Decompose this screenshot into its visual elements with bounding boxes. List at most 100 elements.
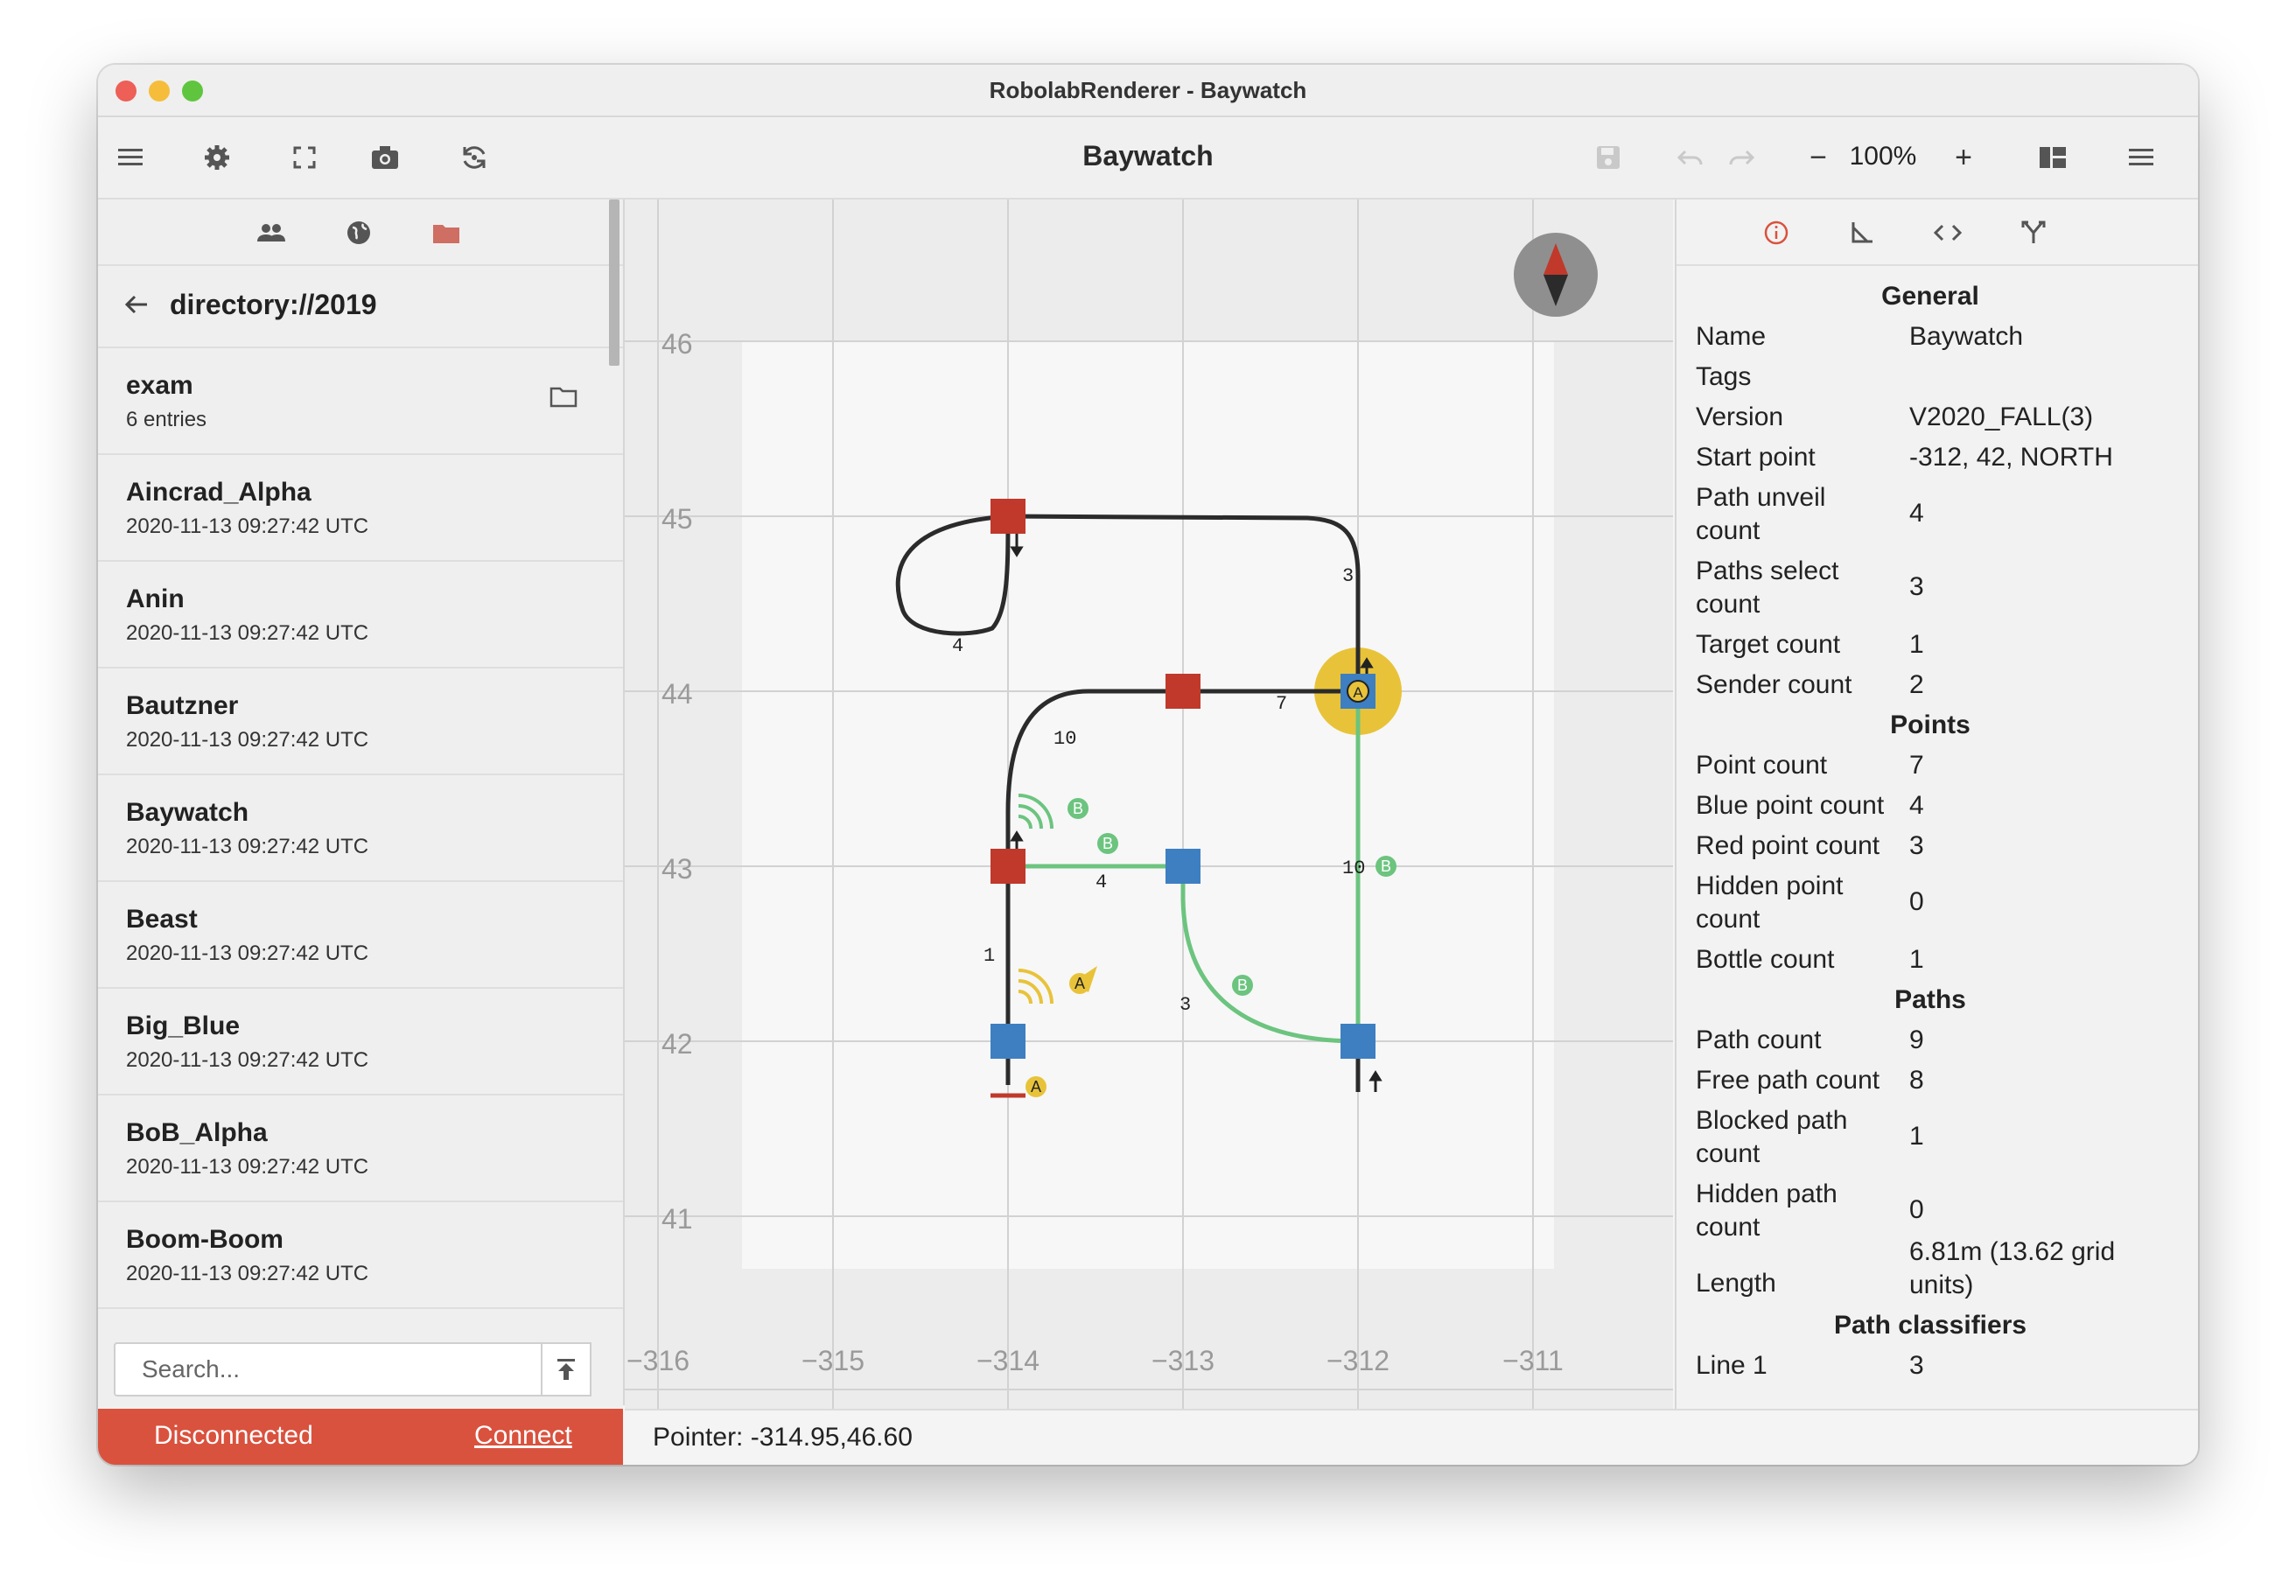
- list-item[interactable]: Beast 2020-11-13 09:27:42 UTC: [98, 882, 623, 989]
- sender-b-label: B: [1073, 800, 1083, 817]
- sender-b-label: B: [1237, 976, 1248, 994]
- path-weight-label: 10: [1054, 728, 1076, 750]
- map-svg[interactable]: 46 45 44 43 42 41 −316 −315 −314 −313 −3…: [625, 200, 1673, 1409]
- list-item-exam[interactable]: exam 6 entries: [98, 348, 623, 455]
- list-item-timestamp: 2020-11-13 09:27:42 UTC: [126, 621, 369, 645]
- y-tick-label: 41: [662, 1203, 693, 1235]
- list-item-name: Baywatch: [126, 798, 249, 827]
- left-sidebar: directory://2019 exam 6 entries Aincrad_…: [98, 200, 625, 1405]
- more-menu-icon[interactable]: [2121, 136, 2163, 178]
- redo-icon[interactable]: [1720, 136, 1762, 178]
- info-key: Blue point count: [1696, 791, 1885, 820]
- info-value: 1: [1909, 945, 1924, 974]
- info-value: 1: [1909, 1122, 1924, 1151]
- path-weight-label: 7: [1276, 693, 1287, 715]
- merge-icon[interactable]: [2012, 212, 2054, 254]
- sender-a-label: A: [1074, 975, 1085, 992]
- save-icon[interactable]: [1587, 136, 1629, 178]
- title-bar: RobolabRenderer - Baywatch: [98, 65, 2198, 117]
- target-label: A: [1353, 684, 1363, 701]
- list-item[interactable]: Big_Blue 2020-11-13 09:27:42 UTC: [98, 989, 623, 1096]
- section-path-classifiers: Path classifiers: [1833, 1311, 2027, 1340]
- red-point[interactable]: [1166, 674, 1200, 709]
- info-key: Free path count: [1696, 1066, 1880, 1095]
- info-key: Path unveil count: [1696, 483, 1826, 545]
- search-input[interactable]: Search...: [114, 1342, 542, 1396]
- path-weight-label: 1: [984, 945, 995, 967]
- zoom-out-button[interactable]: −: [1797, 136, 1839, 178]
- info-key: Paths select count: [1696, 556, 1839, 619]
- list-item-name: BoB_Alpha: [126, 1118, 268, 1147]
- folder-icon[interactable]: [425, 212, 467, 254]
- fullscreen-icon[interactable]: [284, 136, 326, 178]
- document-title: Baywatch: [1082, 140, 1214, 172]
- list-item-name: exam: [126, 371, 193, 400]
- refresh-icon[interactable]: [453, 136, 495, 178]
- blue-point[interactable]: [1166, 849, 1200, 884]
- red-point[interactable]: [990, 849, 1026, 884]
- list-item-timestamp: 2020-11-13 09:27:42 UTC: [126, 1048, 369, 1072]
- list-item[interactable]: Anin 2020-11-13 09:27:42 UTC: [98, 562, 623, 668]
- list-item[interactable]: BoB_Alpha 2020-11-13 09:27:42 UTC: [98, 1096, 623, 1202]
- info-key: Point count: [1696, 751, 1828, 780]
- map-canvas[interactable]: 46 45 44 43 42 41 −316 −315 −314 −313 −3…: [625, 200, 1673, 1409]
- folder-outline-icon[interactable]: [550, 385, 578, 412]
- measure-icon[interactable]: [1841, 212, 1883, 254]
- red-point[interactable]: [990, 499, 1026, 534]
- info-value: 7: [1909, 751, 1924, 780]
- path-weight-label: 4: [952, 635, 963, 657]
- pointer-readout: Pointer: -314.95,46.60: [653, 1423, 913, 1452]
- search-bar: Search...: [98, 1330, 623, 1409]
- info-key: Bottle count: [1696, 945, 1835, 974]
- sender-a-label: A: [1031, 1078, 1041, 1096]
- list-item[interactable]: Baywatch 2020-11-13 09:27:42 UTC: [98, 775, 623, 882]
- y-tick-label: 42: [662, 1028, 693, 1060]
- connection-status-bar: Disconnected Connect: [98, 1409, 623, 1465]
- info-key: Blocked path count: [1696, 1106, 1848, 1168]
- connect-link[interactable]: Connect: [474, 1421, 572, 1451]
- zoom-in-button[interactable]: +: [1942, 136, 1984, 178]
- info-icon[interactable]: [1755, 212, 1797, 254]
- list-item-timestamp: 2020-11-13 09:27:42 UTC: [126, 942, 369, 965]
- left-scrollbar[interactable]: [609, 200, 620, 366]
- list-item-timestamp: 2020-11-13 09:27:42 UTC: [126, 1262, 369, 1285]
- list-item[interactable]: Boom-Boom 2020-11-13 09:27:42 UTC: [98, 1202, 623, 1309]
- list-item[interactable]: Aincrad_Alpha 2020-11-13 09:27:42 UTC: [98, 455, 623, 562]
- connection-status: Disconnected: [154, 1421, 313, 1450]
- info-panel: General Name Baywatch Tags Version V2020…: [1675, 200, 2198, 1409]
- x-tick-label: −312: [1326, 1345, 1390, 1376]
- path-weight-label: 3: [1342, 565, 1354, 587]
- info-value: 3: [1909, 831, 1924, 860]
- camera-icon[interactable]: [364, 136, 406, 178]
- section-points: Points: [1890, 710, 1970, 739]
- blue-point[interactable]: [1340, 1024, 1376, 1059]
- list-item-timestamp: 2020-11-13 09:27:42 UTC: [126, 835, 369, 858]
- info-key: Name: [1696, 322, 1767, 351]
- layout-icon[interactable]: [2032, 136, 2074, 178]
- app-window: RobolabRenderer - Baywatch Baywatch − 10…: [98, 65, 2198, 1465]
- y-tick-label: 45: [662, 503, 693, 535]
- info-value: V2020_FALL(3): [1909, 402, 2094, 431]
- info-value: 3: [1909, 572, 1924, 601]
- info-key: Hidden point count: [1696, 872, 1844, 934]
- sender-b-label: B: [1381, 858, 1391, 875]
- code-icon[interactable]: [1927, 212, 1969, 254]
- globe-icon[interactable]: [338, 212, 380, 254]
- right-tab-bar: [1676, 200, 2198, 266]
- directory-path: directory://2019: [170, 289, 377, 320]
- list-item[interactable]: Bautzner 2020-11-13 09:27:42 UTC: [98, 668, 623, 775]
- undo-icon[interactable]: [1670, 136, 1712, 178]
- scroll-top-button[interactable]: [542, 1342, 592, 1396]
- info-key: Sender count: [1696, 670, 1852, 699]
- blue-point[interactable]: [990, 1024, 1026, 1059]
- info-value: 8: [1909, 1066, 1924, 1095]
- section-general: General: [1881, 282, 1979, 311]
- back-arrow-icon[interactable]: [124, 292, 149, 321]
- compass-icon[interactable]: [1514, 233, 1598, 317]
- info-value: 3: [1909, 1351, 1924, 1380]
- list-item-name: Boom-Boom: [126, 1225, 284, 1254]
- x-tick-label: −311: [1502, 1345, 1564, 1376]
- settings-gear-icon[interactable]: [196, 136, 238, 178]
- menu-icon[interactable]: [110, 136, 152, 178]
- people-icon[interactable]: [250, 212, 292, 254]
